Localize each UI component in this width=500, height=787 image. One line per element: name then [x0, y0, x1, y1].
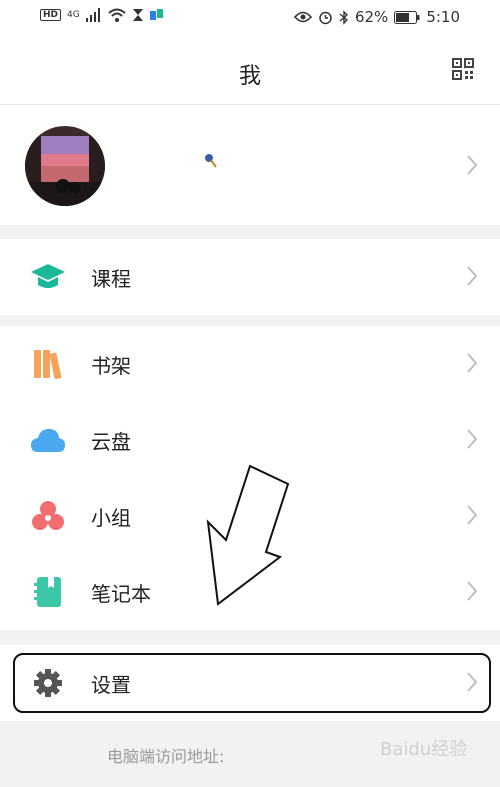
chevron-right-icon	[467, 155, 478, 175]
profile-card[interactable]	[0, 105, 500, 225]
wifi-icon	[108, 8, 126, 22]
signal-icon	[85, 8, 100, 22]
battery-icon	[394, 10, 420, 24]
chevron-right-icon	[467, 429, 478, 449]
page-title: 我	[238, 64, 261, 89]
menu-label-courses: 课程	[91, 267, 131, 291]
notebook-icon	[34, 577, 61, 607]
clock-time: 5:10	[426, 8, 460, 26]
menu-item-bookshelf[interactable]: 书架	[0, 326, 500, 402]
qr-code-icon[interactable]	[452, 58, 474, 80]
chevron-right-icon	[467, 266, 478, 286]
menu-label-groups: 小组	[91, 506, 131, 530]
menu-label-cloud-disk: 云盘	[91, 430, 131, 454]
menu-item-courses[interactable]: 课程	[0, 239, 500, 315]
watermark: Baidu经验	[380, 739, 468, 760]
groups-icon	[32, 501, 64, 530]
bluetooth-icon	[339, 9, 348, 25]
settings-highlight-box	[13, 653, 491, 713]
hourglass-icon	[132, 9, 143, 21]
title-bar: 我	[0, 38, 500, 105]
avatar-photo	[25, 126, 105, 206]
chevron-right-icon	[467, 353, 478, 373]
hd-badge: HD	[40, 9, 62, 21]
pc-access-address: 电脑端访问地址:	[107, 747, 225, 766]
menu-label-bookshelf: 书架	[91, 354, 131, 378]
pin-icon	[205, 154, 217, 168]
cloud-icon	[31, 429, 65, 452]
chevron-right-icon	[467, 581, 478, 601]
books-icon	[34, 350, 62, 380]
graduation-cap-icon	[31, 264, 65, 288]
alarm-icon	[319, 11, 332, 24]
app-notification-icon	[149, 9, 163, 20]
network-type: 4G	[67, 10, 80, 20]
eye-icon	[293, 11, 312, 23]
avatar[interactable]	[25, 126, 105, 206]
battery-percent: 62%	[354, 8, 389, 26]
chevron-right-icon	[467, 505, 478, 525]
arrow-annotation	[206, 464, 290, 606]
status-bar: HD 4G 62% 5:10	[0, 0, 500, 38]
menu-label-notebook: 笔记本	[91, 582, 151, 606]
